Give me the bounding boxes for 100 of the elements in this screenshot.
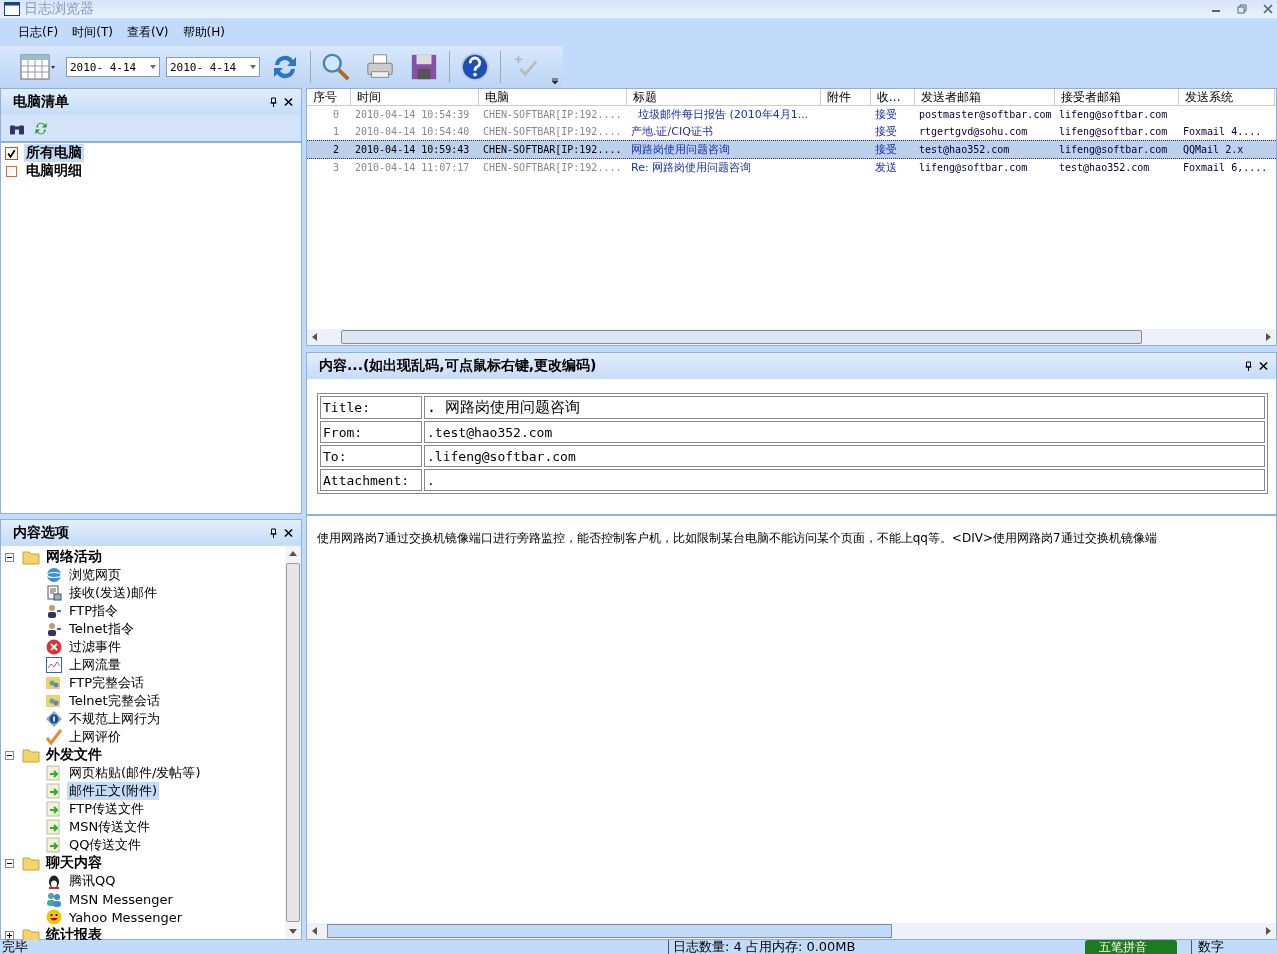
field-label: To: bbox=[320, 445, 422, 467]
tree-item[interactable]: 上网流量 bbox=[67, 656, 123, 674]
date-field[interactable]: 2010- 4-14 bbox=[166, 57, 260, 77]
table-cell-text: 1 bbox=[331, 126, 340, 137]
folder-icon bbox=[22, 549, 40, 565]
tree-item[interactable]: FTP完整会话 bbox=[67, 674, 147, 692]
panel-title: 内容选项 bbox=[13, 524, 69, 542]
tree-group-label[interactable]: 外发文件 bbox=[44, 746, 104, 764]
tree-item[interactable]: FTP指令 bbox=[67, 602, 121, 620]
tree-item[interactable]: 过滤事件 bbox=[67, 638, 123, 656]
tree-item[interactable]: 不规范上网行为 bbox=[67, 710, 162, 728]
menu-item[interactable]: 日志(F) bbox=[18, 23, 59, 41]
scroll-left-icon[interactable] bbox=[311, 333, 317, 341]
help-icon[interactable] bbox=[460, 52, 490, 82]
table-cell-text: CHEN-SOFTBAR[IP:192.... bbox=[482, 109, 623, 120]
collapse-toggle[interactable] bbox=[5, 750, 14, 760]
checkmark-icon bbox=[45, 729, 63, 745]
tree-item[interactable]: 电脑明细 bbox=[24, 162, 84, 180]
restore-icon[interactable] bbox=[1237, 4, 1247, 14]
table-cell-text: 发送 bbox=[874, 160, 898, 175]
tree-item[interactable]: 所有电脑 bbox=[24, 144, 84, 162]
column-header[interactable]: 发送系统 bbox=[1179, 89, 1275, 105]
tree-item[interactable]: 浏览网页 bbox=[67, 566, 123, 584]
ime-indicator[interactable]: 五笔拼音 bbox=[1085, 940, 1177, 954]
save-icon[interactable] bbox=[409, 52, 439, 82]
document-icon bbox=[45, 585, 63, 601]
close-icon[interactable] bbox=[284, 528, 293, 538]
table-cell-text: 2010-04-14 10:54:39 bbox=[354, 109, 471, 120]
menu-item[interactable]: 查看(V) bbox=[126, 23, 169, 41]
table-cell-text: 2 bbox=[331, 144, 340, 155]
menu-item[interactable]: 帮助(H) bbox=[182, 23, 225, 41]
tree-item[interactable]: Yahoo Messenger bbox=[67, 909, 184, 925]
folder-icon bbox=[22, 855, 40, 871]
scroll-down-icon[interactable] bbox=[289, 929, 297, 935]
table-row[interactable]: 2 2010-04-14 10:59:43 CHEN-SOFTBAR[IP:192.... 网路岗使用问题咨询 接受 test@hao352.com lifeng@softbar.com QQMail 2.x bbox=[307, 140, 1276, 159]
tree-item[interactable]: 上网评价 bbox=[67, 728, 123, 746]
table-cell-text: Foxmail 6,.... bbox=[1182, 162, 1269, 173]
tree-item[interactable]: FTP传送文件 bbox=[67, 800, 147, 818]
tree-item[interactable]: Telnet完整会话 bbox=[67, 692, 162, 710]
column-header[interactable]: 附件 bbox=[821, 89, 871, 105]
table-cell-text: 2010-04-14 11:07:17 bbox=[354, 162, 471, 173]
tree-item[interactable]: 接收(发送)邮件 bbox=[67, 584, 160, 602]
close-icon[interactable] bbox=[1259, 361, 1268, 371]
table-cell-text: 3 bbox=[331, 162, 340, 173]
tree-item[interactable]: MSN Messenger bbox=[67, 891, 175, 907]
column-header[interactable]: 时间 bbox=[351, 89, 479, 105]
tree-item[interactable]: 邮件正文(附件) bbox=[67, 782, 160, 800]
tree-group-label[interactable]: 聊天内容 bbox=[44, 854, 104, 872]
table-cell-text: postmaster@softbar.com bbox=[918, 109, 1053, 120]
tree-item[interactable]: Telnet指令 bbox=[67, 620, 136, 638]
search-icon[interactable] bbox=[321, 52, 351, 82]
collapse-toggle[interactable] bbox=[5, 858, 14, 868]
table-row[interactable]: 3 2010-04-14 11:07:17 CHEN-SOFTBAR[IP:192.... Re: 网路岗使用问题咨询 发送 lifeng@softbar.com test@hao352.com Foxmail 6,.... bbox=[307, 159, 1276, 176]
table-cell-text: CHEN-SOFTBAR[IP:192.... bbox=[482, 162, 623, 173]
collapse-toggle[interactable] bbox=[5, 552, 14, 562]
column-header[interactable]: 接受者邮箱 bbox=[1055, 89, 1179, 105]
field-value: . 网路岗使用问题咨询 bbox=[424, 396, 1265, 419]
checkbox[interactable] bbox=[5, 146, 18, 160]
tree-item[interactable]: MSN传送文件 bbox=[67, 818, 153, 836]
table-row[interactable]: 1 2010-04-14 10:54:40 CHEN-SOFTBAR[IP:192.... 产地.证/CIQ证书 接受 rtgertgvd@sohu.com lifeng@softbar.com Foxmail 4.... bbox=[307, 123, 1276, 140]
scroll-right-icon[interactable] bbox=[1266, 333, 1272, 341]
expand-toggle[interactable] bbox=[5, 930, 14, 940]
field-label: Title: bbox=[320, 396, 422, 419]
pin-icon[interactable] bbox=[1244, 361, 1253, 371]
column-header[interactable]: 发送者邮箱 bbox=[915, 89, 1055, 105]
column-header[interactable]: 序号 bbox=[307, 89, 351, 105]
table-row[interactable]: 0 2010-04-14 10:54:39 CHEN-SOFTBAR[IP:192.... 垃圾邮件每日报告 (2010年4月1... 接受 postmaster@softbar.com lifeng@softbar.com bbox=[307, 106, 1276, 123]
table-cell-text: 2010-04-14 10:59:43 bbox=[354, 144, 471, 155]
menu-item[interactable]: 时间(T) bbox=[72, 23, 113, 41]
tree-group-label[interactable]: 网络活动 bbox=[44, 548, 104, 566]
scroll-left-icon[interactable] bbox=[311, 927, 317, 935]
table-cell-text: lifeng@softbar.com bbox=[1058, 144, 1169, 155]
table-cell-text: 接受 bbox=[874, 107, 898, 122]
close-icon[interactable] bbox=[284, 97, 293, 107]
overflow-icon[interactable] bbox=[551, 76, 559, 86]
status-mode: 数字 bbox=[1191, 940, 1230, 954]
column-header[interactable]: 标题 bbox=[627, 89, 821, 105]
column-header[interactable]: 收... bbox=[871, 89, 915, 105]
refresh-icon[interactable] bbox=[33, 120, 49, 136]
users-folder-icon bbox=[45, 675, 63, 691]
scrollbar-thumb[interactable] bbox=[341, 330, 1142, 344]
dropdown-caret-icon[interactable] bbox=[250, 65, 256, 69]
tree-item[interactable]: 网页粘贴(邮件/发帖等) bbox=[67, 764, 203, 782]
table-cell-text: lifeng@softbar.com bbox=[918, 162, 1029, 173]
scroll-right-icon[interactable] bbox=[1266, 927, 1272, 935]
tree-item[interactable]: QQ传送文件 bbox=[67, 836, 144, 854]
tree-item[interactable]: 腾讯QQ bbox=[67, 872, 118, 890]
column-header[interactable]: 电脑 bbox=[479, 89, 627, 105]
dropdown-caret-icon[interactable] bbox=[150, 65, 156, 69]
scrollbar-thumb[interactable] bbox=[327, 924, 892, 938]
pin-icon[interactable] bbox=[269, 97, 278, 107]
table-cell-text: CHEN-SOFTBAR[IP:192.... bbox=[482, 144, 623, 155]
calendar-icon[interactable] bbox=[20, 54, 56, 80]
date-field[interactable]: 2010- 4-14 bbox=[66, 57, 160, 77]
table-cell-text: Foxmail 4.... bbox=[1182, 126, 1263, 137]
field-label: From: bbox=[320, 421, 422, 443]
pin-icon[interactable] bbox=[269, 528, 278, 538]
scroll-up-icon[interactable] bbox=[289, 550, 297, 556]
users-folder-icon bbox=[45, 693, 63, 709]
scrollbar-thumb[interactable] bbox=[286, 563, 300, 922]
